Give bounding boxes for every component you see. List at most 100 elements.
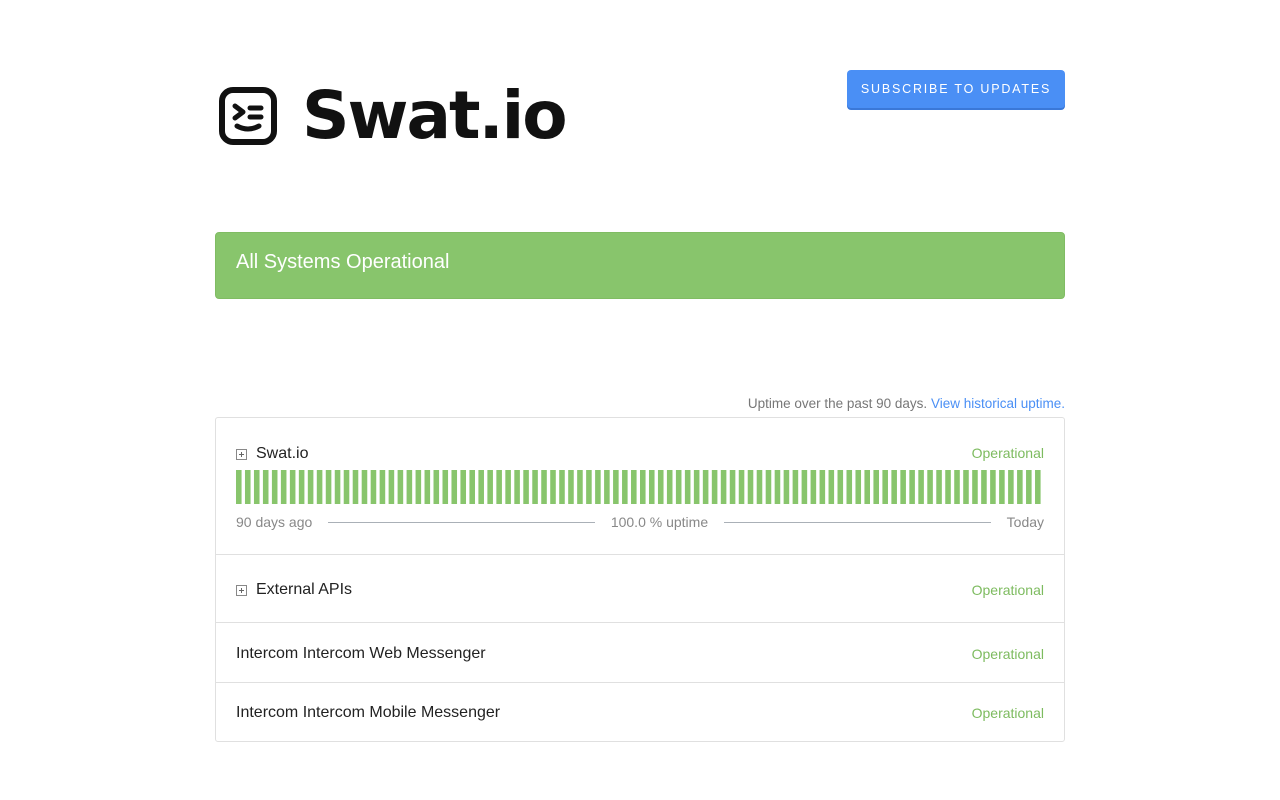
uptime-day-bar[interactable]	[1017, 470, 1023, 504]
uptime-day-bar[interactable]	[361, 470, 368, 504]
uptime-day-bar[interactable]	[981, 470, 987, 504]
uptime-day-bar[interactable]	[253, 470, 260, 504]
uptime-day-bar[interactable]	[343, 470, 350, 504]
uptime-day-bar[interactable]	[532, 470, 538, 504]
uptime-day-bar[interactable]	[460, 470, 467, 504]
uptime-day-bar[interactable]	[352, 470, 359, 504]
swatio-face-icon	[219, 87, 277, 145]
uptime-day-bar[interactable]	[954, 470, 960, 504]
uptime-day-bar[interactable]	[397, 470, 404, 504]
expand-icon[interactable]	[236, 584, 247, 596]
uptime-day-bar[interactable]	[604, 470, 610, 504]
uptime-day-bar[interactable]	[756, 470, 763, 504]
uptime-day-bar[interactable]	[424, 470, 431, 504]
uptime-day-bar[interactable]	[406, 470, 413, 504]
uptime-day-bar[interactable]	[801, 470, 808, 504]
uptime-day-bar[interactable]	[918, 470, 924, 504]
uptime-day-bar[interactable]	[244, 470, 251, 504]
uptime-day-bar[interactable]	[487, 470, 493, 504]
uptime-day-bar[interactable]	[828, 470, 835, 504]
uptime-day-bar[interactable]	[648, 470, 655, 504]
uptime-day-bar[interactable]	[631, 470, 637, 504]
uptime-day-bar[interactable]	[1035, 470, 1041, 504]
uptime-day-bar[interactable]	[307, 470, 314, 504]
uptime-day-bar[interactable]	[945, 470, 951, 504]
uptime-day-bar[interactable]	[792, 470, 799, 504]
uptime-day-bar[interactable]	[927, 470, 933, 504]
uptime-day-bar[interactable]	[873, 470, 879, 504]
uptime-legend: 90 days ago 100.0 % uptime Today	[236, 514, 1044, 530]
uptime-day-bar[interactable]	[469, 470, 475, 504]
uptime-day-bar[interactable]	[684, 470, 691, 504]
uptime-day-bar[interactable]	[1026, 470, 1032, 504]
uptime-day-bar[interactable]	[738, 470, 745, 504]
uptime-day-bar[interactable]	[478, 470, 484, 504]
uptime-day-bar[interactable]	[586, 470, 592, 504]
component-name: Swat.io	[256, 445, 309, 462]
uptime-day-bar[interactable]	[415, 470, 422, 504]
uptime-day-bar[interactable]	[325, 470, 332, 504]
uptime-day-bar[interactable]	[675, 470, 682, 504]
uptime-day-bar[interactable]	[236, 470, 242, 504]
uptime-day-bar[interactable]	[900, 470, 906, 504]
component-name-row[interactable]: Swat.io	[236, 445, 308, 463]
uptime-day-bar[interactable]	[909, 470, 915, 504]
uptime-day-bar[interactable]	[891, 470, 897, 504]
uptime-day-bar[interactable]	[640, 470, 646, 504]
uptime-day-bar[interactable]	[298, 470, 305, 504]
historical-uptime-link[interactable]: View historical uptime.	[931, 396, 1065, 411]
uptime-day-bar[interactable]	[442, 470, 449, 504]
uptime-day-bar[interactable]	[837, 470, 844, 504]
uptime-day-bar[interactable]	[496, 470, 502, 504]
uptime-day-bar[interactable]	[882, 470, 888, 504]
uptime-day-bar[interactable]	[783, 470, 790, 504]
uptime-day-bar[interactable]	[747, 470, 754, 504]
uptime-day-bar[interactable]	[864, 470, 871, 504]
uptime-day-bar[interactable]	[711, 470, 718, 504]
uptime-day-bar[interactable]	[963, 470, 969, 504]
uptime-day-bar[interactable]	[693, 470, 700, 504]
uptime-day-bar[interactable]	[379, 470, 386, 504]
uptime-day-bar[interactable]	[936, 470, 942, 504]
uptime-day-bar[interactable]	[846, 470, 853, 504]
uptime-day-bar[interactable]	[451, 470, 458, 504]
uptime-day-bar[interactable]	[1008, 470, 1014, 504]
uptime-day-bar[interactable]	[550, 470, 556, 504]
uptime-day-bar[interactable]	[505, 470, 511, 504]
uptime-day-bar[interactable]	[657, 470, 664, 504]
uptime-day-bar[interactable]	[613, 470, 619, 504]
uptime-day-bar[interactable]	[280, 470, 287, 504]
uptime-day-bar[interactable]	[334, 470, 341, 504]
uptime-day-bar[interactable]	[972, 470, 978, 504]
brand-logo[interactable]: Swat.io	[218, 83, 568, 149]
uptime-day-bar[interactable]	[559, 470, 565, 504]
uptime-day-bar[interactable]	[541, 470, 547, 504]
uptime-day-bar[interactable]	[316, 470, 323, 504]
uptime-day-bar[interactable]	[595, 470, 601, 504]
uptime-day-bar[interactable]	[289, 470, 296, 504]
subscribe-button[interactable]: SUBSCRIBE TO UPDATES	[847, 70, 1065, 108]
uptime-day-bar[interactable]	[271, 470, 278, 504]
uptime-day-bar[interactable]	[370, 470, 377, 504]
uptime-day-bar[interactable]	[702, 470, 709, 504]
uptime-day-bar[interactable]	[990, 470, 996, 504]
uptime-day-bar[interactable]	[622, 470, 628, 504]
uptime-day-bar[interactable]	[855, 470, 862, 504]
uptime-day-bar[interactable]	[666, 470, 673, 504]
uptime-day-bar[interactable]	[810, 470, 817, 504]
uptime-day-bar[interactable]	[999, 470, 1005, 504]
expand-icon[interactable]	[236, 448, 247, 460]
uptime-day-bar[interactable]	[765, 470, 772, 504]
uptime-day-bar[interactable]	[729, 470, 736, 504]
uptime-day-bar[interactable]	[514, 470, 520, 504]
uptime-day-bar[interactable]	[433, 470, 440, 504]
component-name-row[interactable]: External APIs	[236, 581, 352, 599]
uptime-day-bar[interactable]	[577, 470, 583, 504]
uptime-day-bar[interactable]	[388, 470, 395, 504]
uptime-day-bar[interactable]	[774, 470, 781, 504]
uptime-day-bar[interactable]	[523, 470, 529, 504]
uptime-day-bar[interactable]	[262, 470, 269, 504]
uptime-day-bar[interactable]	[568, 470, 574, 504]
uptime-day-bar[interactable]	[819, 470, 826, 504]
uptime-day-bar[interactable]	[720, 470, 727, 504]
